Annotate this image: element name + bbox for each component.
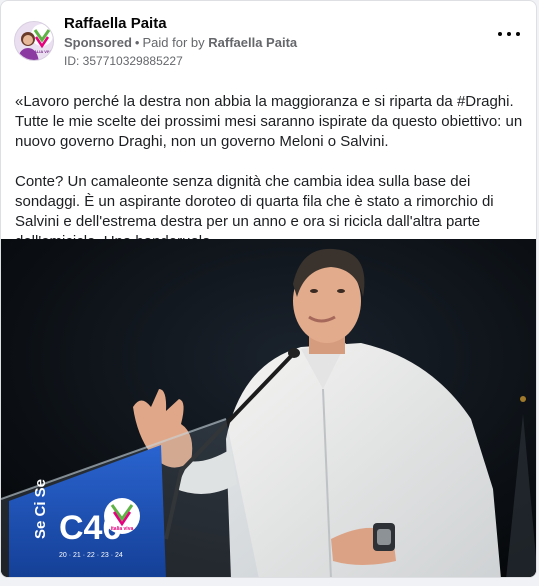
paid-for-name[interactable]: Raffaella Paita <box>208 35 297 50</box>
more-options-button[interactable] <box>498 27 520 41</box>
more-dot-icon <box>507 32 511 36</box>
speaker-photo: Se Ci Se C46 20 · 21 · 22 · 23 · 24 ital… <box>1 239 536 577</box>
more-dot-icon <box>516 32 520 36</box>
author-name[interactable]: Raffaella Paita <box>64 15 167 32</box>
podium-logo-text: italia viva <box>111 526 134 532</box>
more-dot-icon <box>498 32 502 36</box>
avatar-image: ITALIA VIVA <box>15 22 53 60</box>
sponsored-post-card: ITALIA VIVA Raffaella Paita Sponsored • Pa… <box>0 0 537 578</box>
podium-small-text: 20 · 21 · 22 · 23 · 24 <box>59 552 123 559</box>
ad-id: ID: 357710329885227 <box>64 54 183 68</box>
podium-side-text: Se Ci Se <box>32 479 49 539</box>
paid-for-prefix: Paid for by <box>142 35 205 50</box>
post-image[interactable]: Se Ci Se C46 20 · 21 · 22 · 23 · 24 ital… <box>1 239 536 577</box>
page-avatar[interactable]: ITALIA VIVA <box>14 21 54 61</box>
post-paragraph: «Lavoro perché la destra non abbia la ma… <box>15 93 523 150</box>
sponsored-label[interactable]: Sponsored <box>64 35 132 50</box>
meta-separator: • <box>134 35 140 50</box>
sponsored-meta: Sponsored • Paid for by Raffaella Paita <box>64 35 297 50</box>
post-header: ITALIA VIVA Raffaella Paita Sponsored • Pa… <box>1 1 536 71</box>
